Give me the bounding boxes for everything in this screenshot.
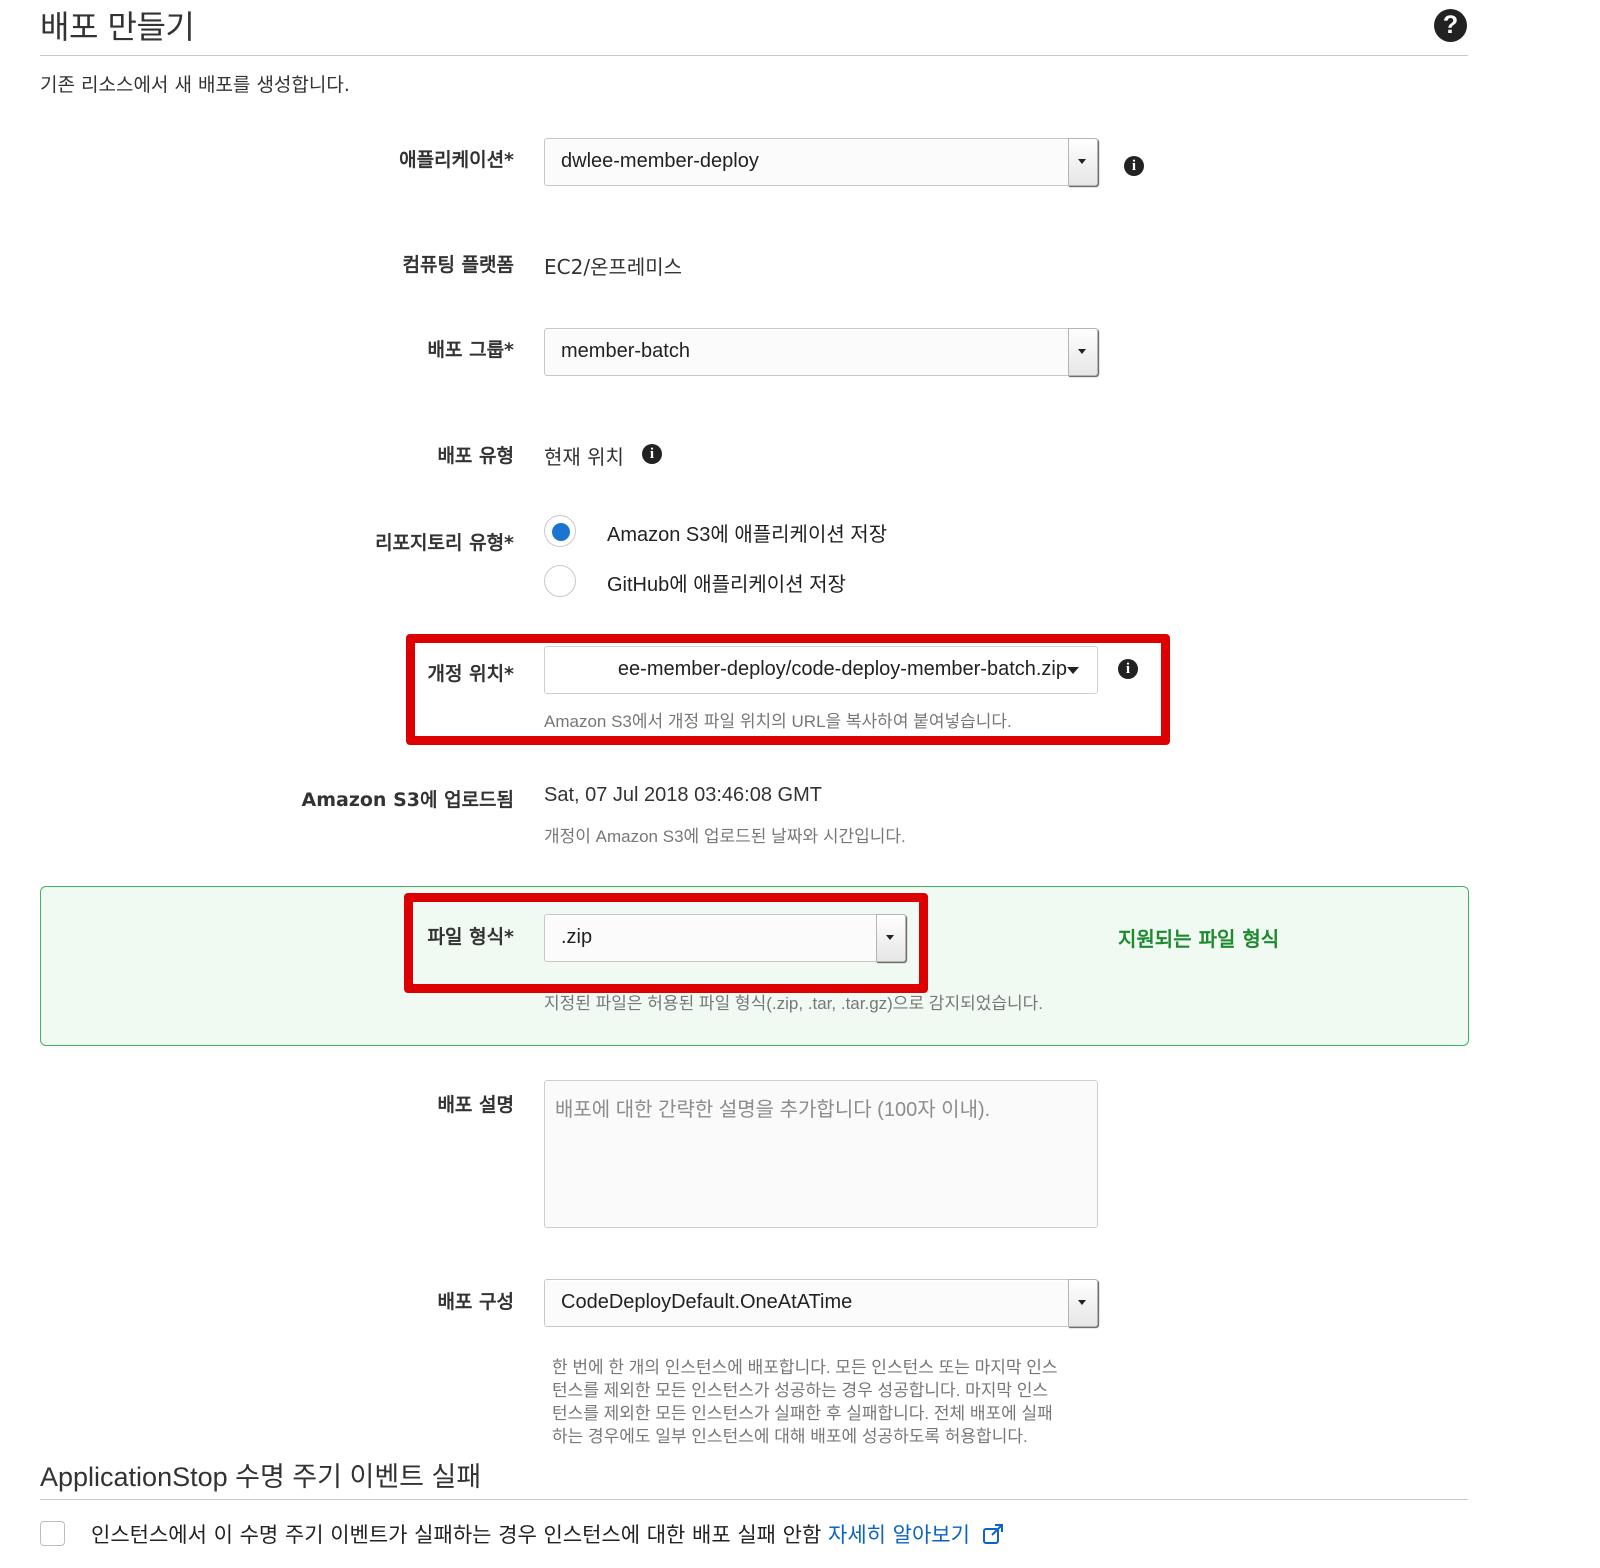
deployment-config-desc-line: 턴스를 제외한 모든 인스턴스가 성공하는 경우 성공합니다. 마지막 인스 [552,1381,1049,1400]
lifecycle-failure-checkbox-label[interactable]: 인스턴스에서 이 수명 주기 이벤트가 실패하는 경우 인스턴스에 대한 배포 … [91,1519,1005,1549]
dropdown-arrow-icon[interactable] [1067,667,1079,674]
lifecycle-failure-checkbox[interactable] [40,1521,65,1546]
deployment-config-description: 한 번에 한 개의 인스턴스에 배포합니다. 모든 인스턴스 또는 마지막 인스… [552,1356,1112,1448]
lifecycle-section-title: ApplicationStop 수명 주기 이벤트 실패 [40,1462,482,1492]
revision-location-value: ee-member-deploy/code-deploy-member-batc… [617,658,1067,680]
deployment-group-label: 배포 그룹* [427,339,514,361]
deployment-description-label: 배포 설명 [437,1094,514,1116]
uploaded-value: Sat, 07 Jul 2018 03:46:08 GMT [544,784,822,806]
dropdown-arrow-icon[interactable] [1068,138,1098,186]
deployment-config-desc-line: 한 번에 한 개의 인스턴스에 배포합니다. 모든 인스턴스 또는 마지막 인스 [552,1358,1058,1377]
deployment-group-select-value: member-batch [561,340,690,362]
deployment-type-info-icon[interactable]: i [642,444,662,464]
help-icon[interactable]: ? [1434,9,1467,42]
deployment-type-label: 배포 유형 [437,445,514,467]
deployment-config-select-value: CodeDeployDefault.OneAtATime [561,1291,853,1313]
repository-type-label: 리포지토리 유형* [375,532,514,554]
uploaded-label: Amazon S3에 업로드됨 [301,789,515,811]
revision-location-hint: Amazon S3에서 개정 파일 위치의 URL을 복사하여 붙여넣습니다. [544,712,1012,731]
deployment-config-label: 배포 구성 [437,1291,514,1313]
deployment-config-desc-line: 하는 경우에도 일부 인스턴스에 대해 배포에 성공하도록 허용합니다. [552,1427,1028,1446]
file-type-highlight [404,893,928,993]
deployment-description-textarea[interactable]: 배포에 대한 간략한 설명을 추가합니다 (100자 이내). [544,1080,1098,1228]
application-info-icon[interactable]: i [1124,156,1144,176]
deployment-config-select[interactable]: CodeDeployDefault.OneAtATime [544,1279,1098,1327]
deployment-group-select[interactable]: member-batch [544,328,1098,376]
header-divider [40,55,1468,56]
radio-github[interactable] [544,565,576,597]
application-label: 애플리케이션* [399,149,514,171]
page-title: 배포 만들기 [40,8,195,46]
radio-amazon-s3-label[interactable]: Amazon S3에 애플리케이션 저장 [607,518,887,547]
deployment-description-placeholder: 배포에 대한 간략한 설명을 추가합니다 (100자 이내). [555,1099,991,1121]
learn-more-link[interactable]: 자세히 알아보기 [828,1523,970,1547]
dropdown-arrow-icon[interactable] [1068,328,1098,376]
lifecycle-failure-text: 인스턴스에서 이 수명 주기 이벤트가 실패하는 경우 인스턴스에 대한 배포 … [91,1523,822,1547]
revision-location-input[interactable]: ee-member-deploy/code-deploy-member-batc… [544,646,1098,694]
section-divider [40,1499,1468,1500]
compute-platform-value: EC2/온프레미스 [544,255,683,279]
dropdown-arrow-icon[interactable] [1068,1279,1098,1327]
uploaded-hint: 개정이 Amazon S3에 업로드된 날짜와 시간입니다. [544,827,906,846]
application-select-value: dwlee-member-deploy [561,150,759,172]
radio-amazon-s3[interactable] [544,515,576,547]
page-description: 기존 리소스에서 새 배포를 생성합니다. [40,74,350,96]
application-select[interactable]: dwlee-member-deploy [544,138,1098,186]
revision-location-info-icon[interactable]: i [1118,659,1138,679]
revision-location-label: 개정 위치* [427,663,514,685]
external-link-icon[interactable] [982,1524,1005,1544]
compute-platform-label: 컴퓨팅 플랫폼 [402,254,515,276]
deployment-type-value: 현재 위치 [544,445,624,469]
deployment-config-desc-line: 턴스를 제외한 모든 인스턴스가 실패한 후 실패합니다. 전체 배포에 실패 [552,1404,1053,1423]
supported-file-types-title: 지원되는 파일 형식 [1118,927,1280,951]
radio-github-label[interactable]: GitHub에 애플리케이션 저장 [607,568,846,597]
